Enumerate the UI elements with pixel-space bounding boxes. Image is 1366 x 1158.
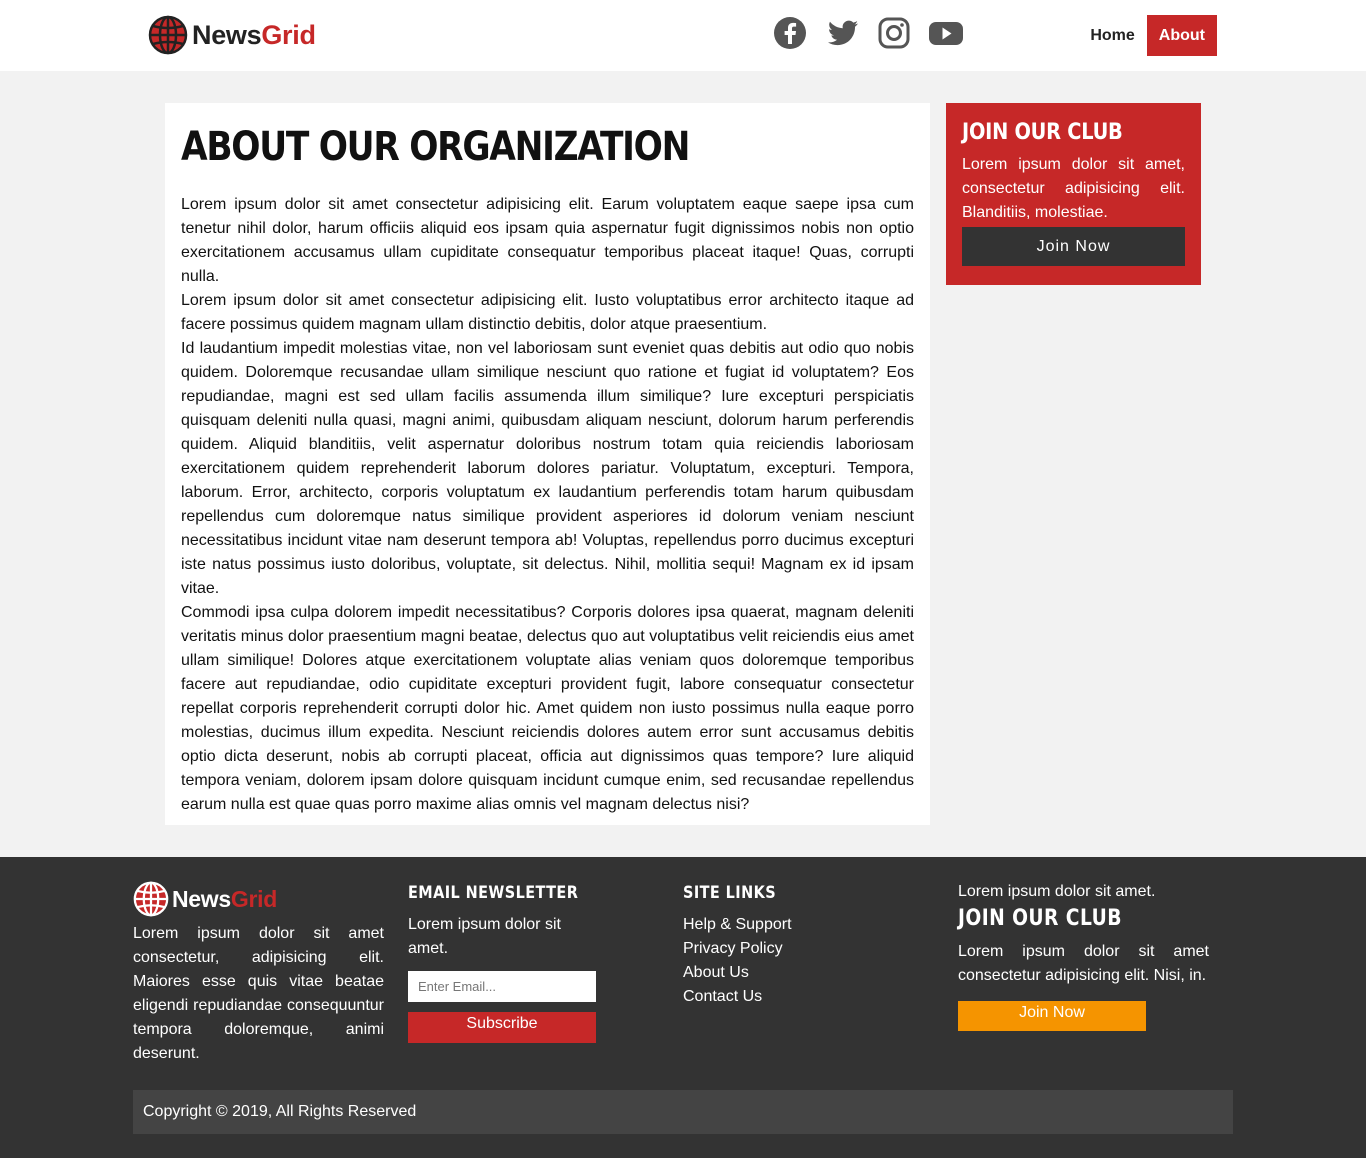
article-paragraph: Lorem ipsum dolor sit amet consectetur a… xyxy=(181,196,914,285)
copyright-bar: Copyright © 2019, All Rights Reserved xyxy=(133,1090,1233,1134)
brand-logo[interactable]: NewsGrid xyxy=(148,15,316,55)
newsletter-text: Lorem ipsum dolor sit amet. xyxy=(408,916,561,957)
link-contact-us[interactable]: Contact Us xyxy=(683,985,883,1009)
instagram-icon[interactable] xyxy=(877,16,913,52)
site-header: NewsGrid Home About xyxy=(0,0,1366,71)
site-links-section: SITE LINKS Help & Support Privacy Policy… xyxy=(683,883,883,1009)
youtube-icon[interactable] xyxy=(928,16,964,52)
article-paragraph: Id laudantium impedit molestias vitae, n… xyxy=(181,340,914,597)
globe-icon xyxy=(133,881,169,917)
link-about-us[interactable]: About Us xyxy=(683,961,883,985)
about-article: ABOUT OUR ORGANIZATION Lorem ipsum dolor… xyxy=(165,103,930,825)
footer-club-text: Lorem ipsum dolor sit amet consectetur a… xyxy=(958,943,1209,984)
subscribe-button[interactable]: Subscribe xyxy=(408,1012,596,1043)
newsletter-section: EMAIL NEWSLETTER Lorem ipsum dolor sit a… xyxy=(408,883,596,1043)
join-now-button[interactable]: Join Now xyxy=(962,227,1185,266)
footer-about-text: Lorem ipsum dolor sit amet consectetur, … xyxy=(133,925,384,1062)
footer-club-intro: Lorem ipsum dolor sit amet. xyxy=(958,883,1156,900)
email-input[interactable] xyxy=(408,971,596,1002)
footer-brand-name: NewsGrid xyxy=(172,885,277,912)
brand-name: NewsGrid xyxy=(192,19,316,50)
nav-about-link[interactable]: About xyxy=(1146,15,1217,56)
article-paragraph: Lorem ipsum dolor sit amet consectetur a… xyxy=(181,292,914,333)
join-club-card: JOIN OUR CLUB Lorem ipsum dolor sit amet… xyxy=(946,103,1201,285)
article-paragraph: Commodi ipsa culpa dolorem impedit neces… xyxy=(181,604,914,813)
main-nav: Home About xyxy=(1078,15,1217,56)
twitter-icon[interactable] xyxy=(826,16,862,52)
page-title: ABOUT OUR ORGANIZATION xyxy=(181,124,690,170)
site-footer: NewsGrid Lorem ipsum dolor sit amet cons… xyxy=(0,857,1366,1158)
link-help-support[interactable]: Help & Support xyxy=(683,913,883,937)
footer-club-section: Lorem ipsum dolor sit amet. JOIN OUR CLU… xyxy=(958,880,1209,1031)
nav-home-link[interactable]: Home xyxy=(1078,15,1146,56)
footer-club-title: JOIN OUR CLUB xyxy=(958,906,1122,931)
footer-logo[interactable]: NewsGrid xyxy=(133,881,277,917)
facebook-icon[interactable] xyxy=(773,16,809,52)
link-privacy-policy[interactable]: Privacy Policy xyxy=(683,937,883,961)
globe-icon xyxy=(148,15,188,55)
footer-join-now-button[interactable]: Join Now xyxy=(958,1001,1146,1031)
club-title: JOIN OUR CLUB xyxy=(962,120,1123,145)
site-links-title: SITE LINKS xyxy=(683,883,777,903)
club-text: Lorem ipsum dolor sit amet, consectetur … xyxy=(962,156,1185,221)
newsletter-title: EMAIL NEWSLETTER xyxy=(408,883,579,903)
